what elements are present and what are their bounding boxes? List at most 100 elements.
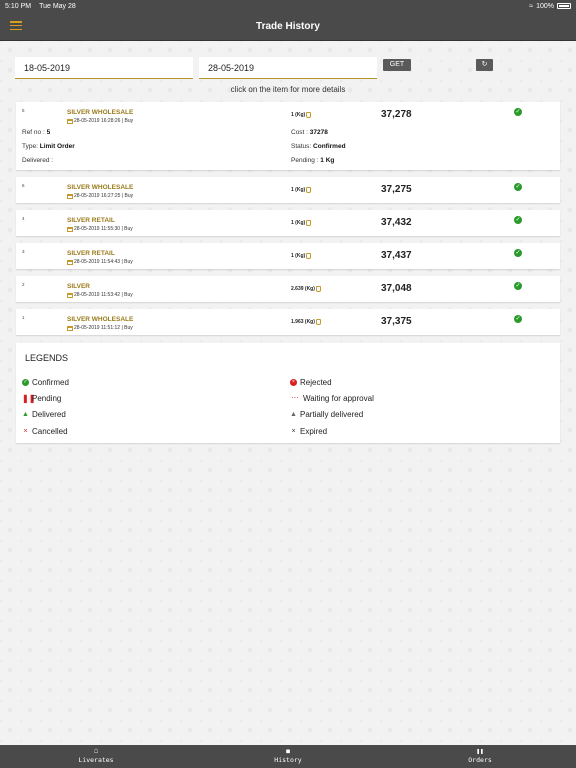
check-circle-icon: ✓	[514, 282, 522, 290]
top-bar: Trade History	[0, 12, 576, 41]
tab-orders[interactable]: ❚❚ Orders	[450, 748, 510, 764]
legend-label: Rejected	[300, 378, 332, 387]
tab-liverates[interactable]: ☖ Liverates	[66, 748, 126, 764]
calendar-icon	[67, 292, 73, 298]
status-time: 5:10 PM	[5, 2, 32, 10]
home-icon: ☖	[94, 748, 98, 755]
cross-icon: ×	[23, 428, 28, 435]
trade-row[interactable]: 6 SILVER WHOLESALE 28-05-2019 16:27:25 |…	[16, 177, 560, 203]
pause-icon: ❚❚	[22, 394, 36, 403]
status-date: Tue May 28	[39, 2, 76, 10]
thumbs-up-icon: ▲	[22, 411, 29, 418]
trade-datetime: 28-05-2019 11:53:42 | Buy	[74, 292, 133, 298]
order-type: Type: Limit Order	[22, 143, 75, 150]
bottom-tab-bar: ☖ Liverates ■ History ❚❚ Orders	[0, 745, 576, 768]
type-label: Type:	[22, 143, 40, 150]
ref-label: Ref no :	[22, 129, 47, 136]
pending: Pending : 1 Kg	[291, 157, 334, 164]
trade-meta: 28-05-2019 11:55:30 | Buy	[67, 226, 133, 232]
trade-row[interactable]: 1 SILVER WHOLESALE 28-05-2019 11:51:12 |…	[16, 309, 560, 335]
tab-history[interactable]: ■ History	[258, 748, 318, 764]
status-bar: 5:10 PM Tue May 28 ≈ 100%	[0, 0, 576, 12]
legend-cancelled: × Cancelled	[22, 427, 67, 436]
check-circle-icon: ✓	[514, 315, 522, 323]
check-circle-icon: ✓	[514, 183, 522, 191]
check-circle-icon: ✓	[514, 108, 522, 116]
type-value: Limit Order	[39, 143, 75, 150]
wifi-icon: ≈	[529, 2, 534, 10]
status: Status: Confirmed	[291, 143, 346, 150]
trade-qty: 1 (Kg)	[291, 253, 312, 259]
trade-index: 5	[22, 108, 25, 113]
from-date-input[interactable]: 18-05-2019	[15, 57, 193, 79]
trade-index: 4	[22, 216, 25, 221]
trade-price: 37,375	[381, 316, 412, 327]
check-circle-icon: ✓	[514, 249, 522, 257]
menu-icon[interactable]	[10, 21, 22, 30]
trade-row[interactable]: 5 SILVER WHOLESALE 28-05-2019 16:28:26 |…	[16, 102, 560, 170]
ref-no: Ref no : 5	[22, 129, 50, 136]
to-date-input[interactable]: 28-05-2019	[199, 57, 377, 79]
ellipsis-icon: ⋯	[291, 395, 299, 402]
bag-icon	[315, 286, 321, 292]
trade-row[interactable]: 4 SILVER RETAIL 28-05-2019 11:55:30 | Bu…	[16, 210, 560, 236]
trade-index: 3	[22, 249, 25, 254]
trade-price: 37,278	[381, 109, 412, 120]
trade-product: SILVER WHOLESALE	[67, 184, 134, 191]
trade-product: SILVER	[67, 283, 90, 290]
trade-product: SILVER WHOLESALE	[67, 316, 134, 323]
status-label: Status:	[291, 143, 314, 150]
calendar-icon	[67, 118, 73, 124]
refresh-button[interactable]: ↻	[476, 59, 493, 71]
pending-value: 1 Kg	[320, 157, 335, 164]
trade-qty: 1 (Kg)	[291, 220, 312, 226]
cost-value: 37278	[309, 129, 328, 136]
trade-meta: 28-05-2019 11:53:42 | Buy	[67, 292, 133, 298]
legends-title: LEGENDS	[25, 353, 69, 363]
page-title: Trade History	[256, 20, 320, 32]
legend-label: Confirmed	[32, 378, 69, 387]
calendar-icon	[67, 325, 73, 331]
trade-index: 1	[22, 315, 25, 320]
trade-meta: 28-05-2019 11:51:12 | Buy	[67, 325, 133, 331]
legend-label: Partially delivered	[300, 410, 364, 419]
refresh-icon: ↻	[481, 61, 488, 68]
trade-qty-value: 2.639 (Kg)	[291, 286, 315, 292]
delivered: Delivered :	[22, 157, 54, 164]
check-circle-icon: ✓	[22, 379, 29, 386]
tab-label: Liverates	[78, 756, 114, 764]
trade-qty: 1 (Kg)	[291, 112, 312, 118]
trade-price: 37,275	[381, 184, 412, 195]
bag-icon	[306, 112, 312, 118]
trade-row[interactable]: 3 SILVER RETAIL 28-05-2019 11:54:43 | Bu…	[16, 243, 560, 269]
trade-index: 6	[22, 183, 25, 188]
trade-row[interactable]: 2 SILVER 28-05-2019 11:53:42 | Buy 2.639…	[16, 276, 560, 302]
x-circle-icon: ×	[290, 379, 297, 386]
orders-icon: ❚❚	[476, 748, 484, 755]
get-button[interactable]: GET	[383, 59, 411, 71]
hint-text: click on the item for more details	[230, 85, 346, 94]
trade-qty: 2.639 (Kg)	[291, 286, 321, 292]
legend-confirmed: ✓ Confirmed	[22, 378, 69, 387]
pending-label: Pending :	[291, 157, 321, 164]
history-icon: ■	[286, 748, 290, 755]
calendar-icon	[67, 259, 73, 265]
tab-label: History	[274, 756, 302, 764]
legend-label: Waiting for approval	[303, 394, 374, 403]
trade-qty-value: 1 (Kg)	[291, 220, 306, 226]
bag-icon	[315, 319, 321, 325]
legend-delivered: ▲ Delivered	[22, 410, 66, 419]
trade-qty-value: 1.963 (Kg)	[291, 319, 315, 325]
tab-label: Orders	[468, 756, 492, 764]
trade-product: SILVER RETAIL	[67, 250, 115, 257]
trade-qty: 1 (Kg)	[291, 187, 312, 193]
bag-icon	[306, 253, 312, 259]
legend-label: Delivered	[32, 410, 66, 419]
legends-panel: LEGENDS ✓ Confirmed × Rejected ❚❚ Pending ⋯…	[16, 343, 560, 443]
legend-label: Pending	[32, 394, 62, 403]
trade-product: SILVER WHOLESALE	[67, 109, 134, 116]
trade-product: SILVER RETAIL	[67, 217, 115, 224]
trade-datetime: 28-05-2019 11:55:30 | Buy	[74, 226, 133, 232]
trade-qty-value: 1 (Kg)	[291, 112, 306, 118]
trade-qty-value: 1 (Kg)	[291, 253, 306, 259]
